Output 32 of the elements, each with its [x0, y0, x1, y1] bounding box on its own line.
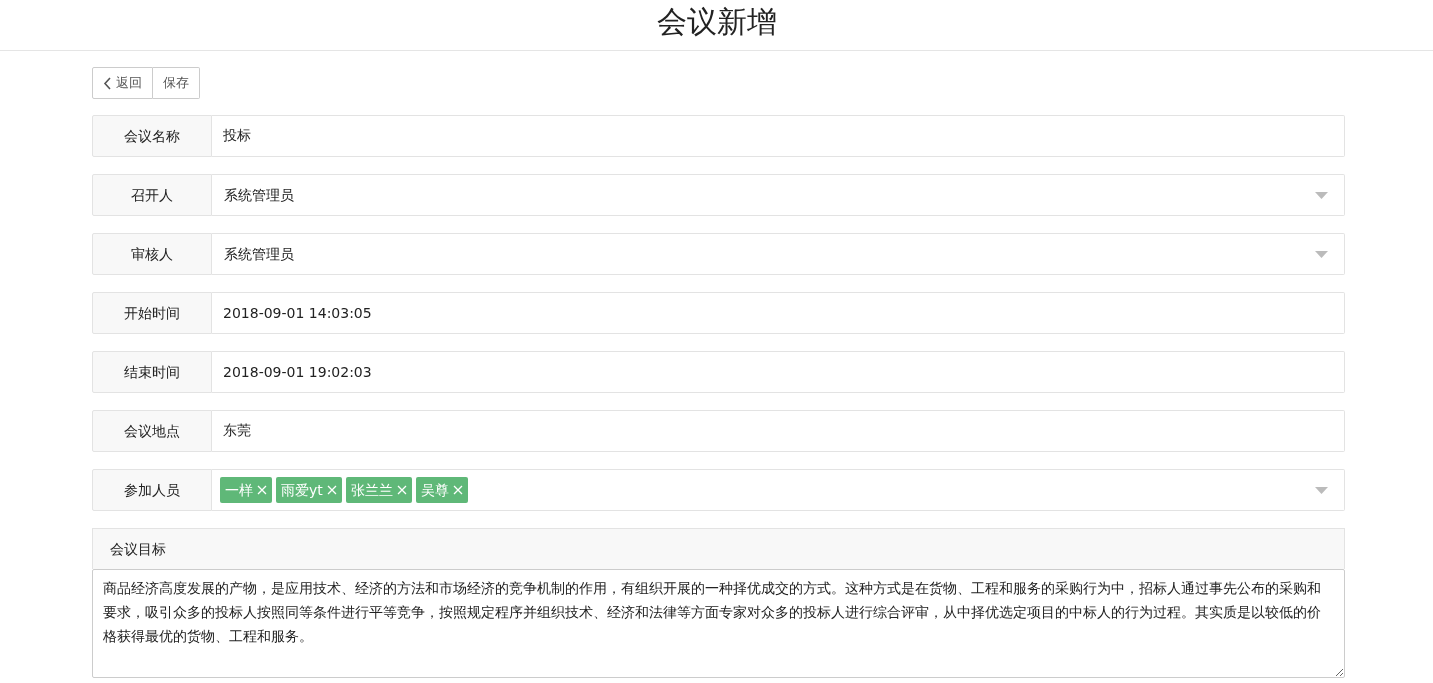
field-label: 开始时间 [124, 303, 180, 323]
close-icon[interactable] [326, 485, 337, 495]
save-button[interactable]: 保存 [153, 67, 200, 99]
dropdown-caret-icon [1315, 250, 1328, 258]
select-field[interactable]: 系统管理员 [212, 174, 1345, 216]
field-label: 会议名称 [124, 126, 180, 146]
dropdown-caret-icon [1315, 486, 1328, 494]
chevron-left-icon [103, 76, 112, 90]
page-title: 会议新增 [656, 3, 777, 41]
text-field[interactable]: 东莞 [212, 410, 1345, 452]
tag-label: 张兰兰 [350, 481, 393, 500]
field-label: 审核人 [131, 244, 173, 264]
close-icon[interactable] [452, 485, 463, 495]
field-label: 参加人员 [124, 480, 180, 500]
tag-label: 雨爱yt [281, 481, 323, 500]
tag-label: 一样 [225, 481, 253, 500]
field-label: 召开人 [131, 185, 173, 205]
close-icon[interactable] [257, 485, 267, 495]
text-field[interactable]: 2018-09-01 14:03:05 [212, 292, 1345, 334]
close-icon[interactable] [396, 485, 407, 495]
select-value: 系统管理员 [223, 185, 294, 205]
dropdown-caret-icon [1315, 191, 1328, 199]
text-field[interactable]: 投标 [212, 115, 1345, 157]
field-label: 会议地点 [124, 421, 180, 441]
select-value: 系统管理员 [223, 244, 294, 264]
field-label: 结束时间 [124, 362, 180, 382]
select-field[interactable]: 系统管理员 [212, 233, 1345, 275]
goal-textarea[interactable]: 商品经济高度发展的产物，是应用技术、经济的方法和市场经济的竞争机制的作用，有组织开展的一种择优成交的方式。这种方式是在货物、工程和服务的采购行为中，招标人通过事先公布的采购和要求，吸引众多的投标人按照同等条件进行平等竞争，按照规定程序并组织技术、经济和法律等方面专家对众多的投标人进行综合评审，从中择优选定项目的中标人的行为过程。其实质是以较低的价格获得最优的货物、工程和服务。 [92, 569, 1345, 678]
field-label: 会议目标 [110, 539, 166, 559]
back-button[interactable]: 返回 [92, 67, 153, 99]
tag-label: 吴尊 [420, 481, 449, 500]
text-field[interactable]: 2018-09-01 19:02:03 [212, 351, 1345, 393]
